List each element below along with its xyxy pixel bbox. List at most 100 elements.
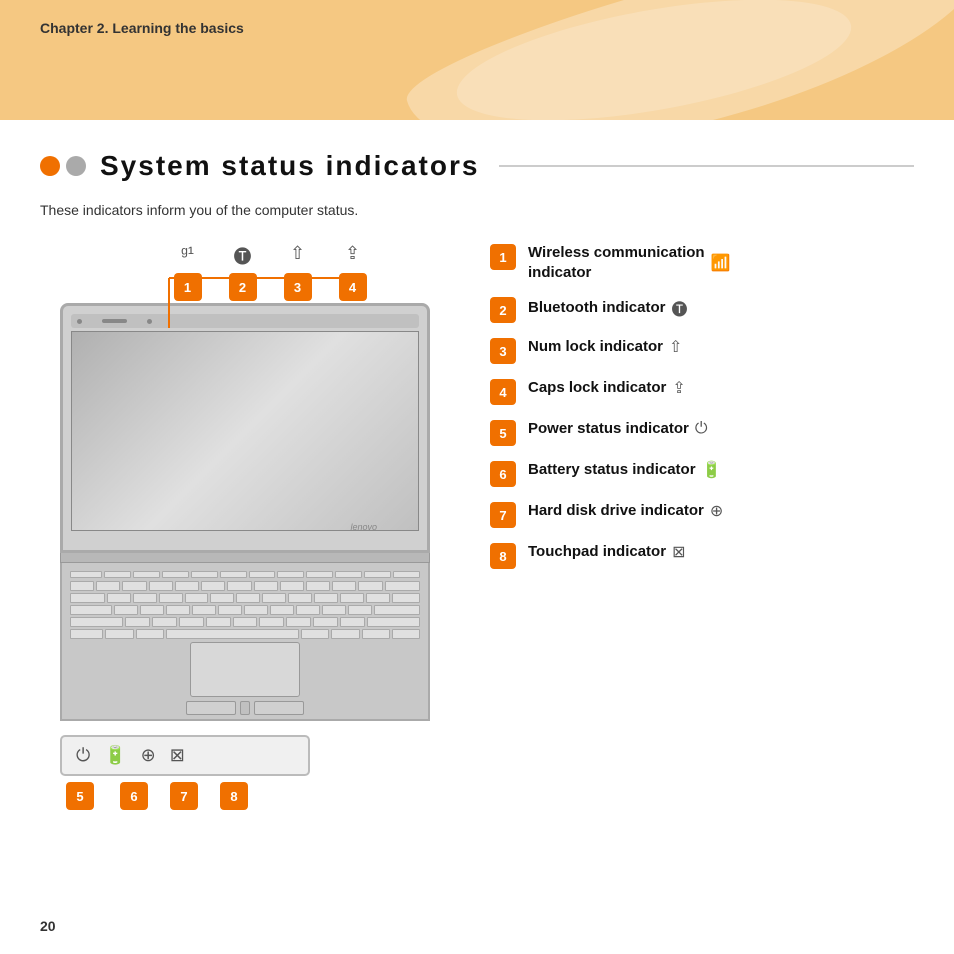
- bottom-icon-5: ⏻: [76, 745, 90, 766]
- brand-label: lenovo: [350, 522, 377, 532]
- key-arr-l: [362, 629, 390, 639]
- main-content: System status indicators These indicator…: [0, 120, 954, 954]
- key-1: [96, 581, 120, 591]
- key-fn: [70, 629, 103, 639]
- item-badge-1: 1: [490, 244, 516, 270]
- key-7: [254, 581, 278, 591]
- item-text-4: Caps lock indicator: [528, 378, 666, 398]
- item-icon-1: 📶: [711, 253, 731, 273]
- bottom-indicators-container: ⏻ 🔋 ⊕ ⊠ 5 6 7 8: [60, 735, 470, 810]
- laptop-screen-frame: lenovo: [60, 303, 430, 553]
- item-text-3: Num lock indicator: [528, 337, 663, 357]
- key-caps: [70, 605, 112, 615]
- key-z: [125, 617, 150, 627]
- touchpad-btn-right: [254, 701, 304, 715]
- indicator-item-7: 7 Hard disk drive indicator ⊕: [490, 501, 914, 528]
- screen-indicator-dot-1: [77, 319, 82, 324]
- key-ctrl-r: [331, 629, 359, 639]
- indicators-list: 1 Wireless communicationindicator 📶 2 Bl…: [490, 243, 914, 810]
- header-wave-2: [448, 0, 859, 120]
- key-period: [340, 617, 365, 627]
- key-f9: [335, 571, 362, 578]
- key-r: [185, 593, 209, 603]
- top-connector-svg: [155, 273, 395, 333]
- key-p: [340, 593, 364, 603]
- header-background: [0, 0, 954, 120]
- key-alt-r: [301, 629, 329, 639]
- touchpad-container: [70, 642, 420, 715]
- bottom-key-row: [70, 629, 420, 639]
- badge-8: 8: [220, 782, 248, 810]
- bottom-badge-row: 5 6 7 8: [60, 782, 470, 810]
- page-number: 20: [40, 918, 56, 934]
- item-icon-7: ⊕: [710, 501, 723, 521]
- key-l: [322, 605, 346, 615]
- key-b: [233, 617, 258, 627]
- key-f6: [249, 571, 276, 578]
- title-line: [499, 165, 914, 167]
- top-icon-2: 🅣: [215, 243, 270, 269]
- laptop-hinge: [60, 553, 430, 563]
- key-esc: [70, 571, 102, 578]
- indicator-item-6: 6 Battery status indicator 🔋: [490, 460, 914, 487]
- item-text-6: Battery status indicator: [528, 460, 696, 480]
- laptop-screen: lenovo: [71, 331, 419, 531]
- key-f3: [162, 571, 189, 578]
- item-text-2: Bluetooth indicator: [528, 298, 666, 318]
- item-badge-4: 4: [490, 379, 516, 405]
- touchpad-btn-left: [186, 701, 236, 715]
- item-icon-4: ⇪: [672, 378, 685, 398]
- key-minus: [358, 581, 382, 591]
- key-f10: [364, 571, 391, 578]
- key-tilde: [70, 581, 94, 591]
- key-e: [159, 593, 183, 603]
- key-f8: [306, 571, 333, 578]
- dot-gray: [66, 156, 86, 176]
- key-y: [236, 593, 260, 603]
- key-semi: [348, 605, 372, 615]
- fn-key-row: [70, 571, 420, 578]
- key-bracket-l: [366, 593, 390, 603]
- indicator-item-1: 1 Wireless communicationindicator 📶: [490, 243, 914, 282]
- item-text-7: Hard disk drive indicator: [528, 501, 704, 521]
- item-text-5: Power status indicator: [528, 419, 689, 439]
- key-2: [122, 581, 146, 591]
- key-h: [244, 605, 268, 615]
- item-badge-7: 7: [490, 502, 516, 528]
- key-f: [192, 605, 216, 615]
- item-icon-5: ⏻: [695, 420, 708, 438]
- top-icon-4: ⇪: [325, 243, 380, 269]
- indicator-item-8: 8 Touchpad indicator ⊠: [490, 542, 914, 569]
- key-4: [175, 581, 199, 591]
- key-enter-top: [392, 593, 420, 603]
- item-badge-3: 3: [490, 338, 516, 364]
- key-6: [227, 581, 251, 591]
- key-u: [262, 593, 286, 603]
- item-badge-6: 6: [490, 461, 516, 487]
- screen-indicator-bar: [102, 319, 127, 323]
- key-q: [107, 593, 131, 603]
- bottom-icons-box: ⏻ 🔋 ⊕ ⊠: [60, 735, 310, 776]
- top-icon-1: ᵍ¹: [160, 243, 215, 269]
- key-tab: [70, 593, 105, 603]
- key-f4: [191, 571, 218, 578]
- key-comma: [313, 617, 338, 627]
- item-text-8: Touchpad indicator: [528, 542, 666, 562]
- touchpad-scroll: [240, 701, 250, 715]
- key-k: [296, 605, 320, 615]
- key-a: [114, 605, 138, 615]
- badge-7: 7: [170, 782, 198, 810]
- key-s: [140, 605, 164, 615]
- item-icon-8: ⊠: [672, 542, 685, 562]
- indicator-item-5: 5 Power status indicator ⏻: [490, 419, 914, 446]
- item-badge-2: 2: [490, 297, 516, 323]
- two-column-layout: ᵍ¹ 🅣 ⇧ ⇪ 1 2 3 4: [40, 243, 914, 810]
- badge-5: 5: [66, 782, 94, 810]
- item-badge-5: 5: [490, 420, 516, 446]
- laptop-diagram: ᵍ¹ 🅣 ⇧ ⇪ 1 2 3 4: [40, 243, 470, 810]
- key-j: [270, 605, 294, 615]
- key-w: [133, 593, 157, 603]
- chapter-title: Chapter 2. Learning the basics: [40, 20, 244, 36]
- key-8: [280, 581, 304, 591]
- key-c: [179, 617, 204, 627]
